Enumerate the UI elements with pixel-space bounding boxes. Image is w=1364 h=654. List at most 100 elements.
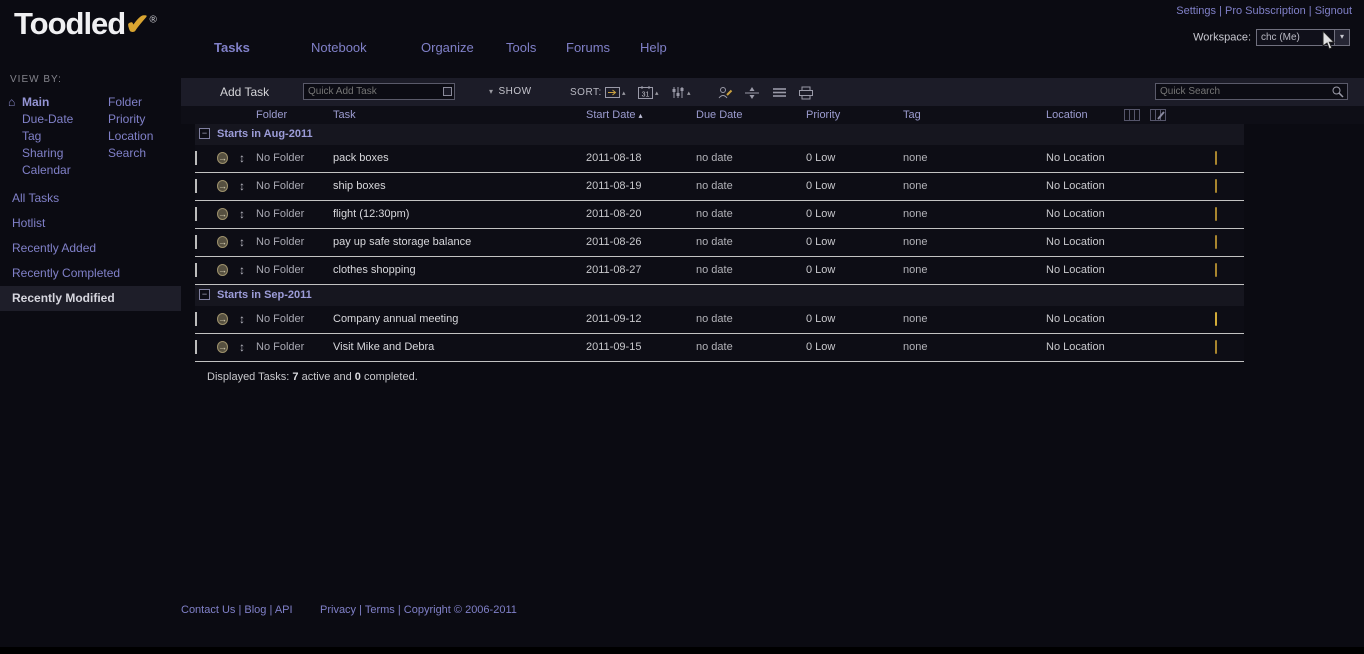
- task-title[interactable]: flight (12:30pm): [333, 201, 586, 228]
- task-folder[interactable]: No Folder: [256, 229, 333, 256]
- terms-link[interactable]: Terms: [365, 604, 395, 616]
- sidebar-item-recently-completed[interactable]: Recently Completed: [0, 261, 181, 286]
- task-priority[interactable]: 0 Low: [806, 306, 903, 333]
- task-due-date[interactable]: no date: [696, 257, 806, 284]
- note-icon[interactable]: [1215, 151, 1217, 165]
- complete-arrow-icon[interactable]: →: [217, 152, 228, 164]
- task-folder[interactable]: No Folder: [256, 201, 333, 228]
- add-task-button[interactable]: Add Task: [220, 85, 269, 99]
- collapse-divider-icon[interactable]: [744, 84, 760, 101]
- task-due-date[interactable]: no date: [696, 201, 806, 228]
- task-title[interactable]: Company annual meeting: [333, 306, 586, 333]
- task-title[interactable]: pay up safe storage balance: [333, 229, 586, 256]
- reorder-handle-icon[interactable]: ↕: [239, 145, 256, 172]
- task-folder[interactable]: No Folder: [256, 173, 333, 200]
- show-dropdown[interactable]: ▾SHOW: [489, 86, 532, 97]
- contact-us-link[interactable]: Contact Us: [181, 604, 235, 616]
- task-priority[interactable]: 0 Low: [806, 145, 903, 172]
- task-title[interactable]: pack boxes: [333, 145, 586, 172]
- task-start-date[interactable]: 2011-09-12: [586, 306, 696, 333]
- task-tag[interactable]: none: [903, 229, 1046, 256]
- list-lines-icon[interactable]: [772, 84, 787, 101]
- note-icon[interactable]: [1215, 340, 1217, 354]
- quick-search-input[interactable]: [1155, 83, 1348, 100]
- header-due-date[interactable]: Due Date: [696, 106, 806, 124]
- task-location[interactable]: No Location: [1046, 306, 1207, 333]
- sidebar-item-sharing[interactable]: Sharing: [22, 145, 73, 162]
- task-start-date[interactable]: 2011-08-26: [586, 229, 696, 256]
- reorder-handle-icon[interactable]: ↕: [239, 306, 256, 333]
- note-icon[interactable]: [1215, 235, 1217, 249]
- quick-add-input[interactable]: [303, 83, 455, 100]
- task-location[interactable]: No Location: [1046, 229, 1207, 256]
- note-icon[interactable]: [1215, 312, 1217, 326]
- sidebar-item-all-tasks[interactable]: All Tasks: [0, 186, 181, 211]
- task-folder[interactable]: No Folder: [256, 257, 333, 284]
- task-location[interactable]: No Location: [1046, 173, 1207, 200]
- sidebar-item-tag[interactable]: Tag: [22, 128, 73, 145]
- tab-organize[interactable]: Organize: [421, 40, 474, 55]
- task-priority[interactable]: 0 Low: [806, 229, 903, 256]
- task-start-date[interactable]: 2011-08-20: [586, 201, 696, 228]
- header-priority[interactable]: Priority: [806, 106, 903, 124]
- task-tag[interactable]: none: [903, 334, 1046, 361]
- task-tag[interactable]: none: [903, 306, 1046, 333]
- task-priority[interactable]: 0 Low: [806, 334, 903, 361]
- task-tag[interactable]: none: [903, 257, 1046, 284]
- task-checkbox[interactable]: [195, 340, 197, 354]
- task-folder[interactable]: No Folder: [256, 306, 333, 333]
- collapse-icon[interactable]: −: [199, 289, 210, 300]
- task-tag[interactable]: none: [903, 173, 1046, 200]
- note-icon[interactable]: [1215, 179, 1217, 193]
- complete-arrow-icon[interactable]: →: [217, 180, 228, 192]
- reorder-handle-icon[interactable]: ↕: [239, 257, 256, 284]
- tab-help[interactable]: Help: [640, 40, 667, 55]
- complete-arrow-icon[interactable]: →: [217, 208, 228, 220]
- task-due-date[interactable]: no date: [696, 229, 806, 256]
- task-priority[interactable]: 0 Low: [806, 173, 903, 200]
- task-checkbox[interactable]: [195, 235, 197, 249]
- search-icon[interactable]: [1332, 86, 1344, 98]
- task-title[interactable]: ship boxes: [333, 173, 586, 200]
- task-folder[interactable]: No Folder: [256, 334, 333, 361]
- sidebar-item-recently-added[interactable]: Recently Added: [0, 236, 181, 261]
- note-icon[interactable]: [1215, 263, 1217, 277]
- task-checkbox[interactable]: [195, 179, 197, 193]
- sidebar-item-recently-modified[interactable]: Recently Modified: [0, 286, 181, 311]
- task-checkbox[interactable]: [195, 151, 197, 165]
- sidebar-item-priority[interactable]: Priority: [108, 111, 153, 128]
- sidebar-item-folder[interactable]: Folder: [108, 94, 153, 111]
- reorder-handle-icon[interactable]: ↕: [239, 229, 256, 256]
- sidebar-item-search[interactable]: Search: [108, 145, 153, 162]
- header-folder[interactable]: Folder: [256, 106, 333, 124]
- task-priority[interactable]: 0 Low: [806, 257, 903, 284]
- tab-forums[interactable]: Forums: [566, 40, 610, 55]
- tab-notebook[interactable]: Notebook: [311, 40, 367, 55]
- api-link[interactable]: API: [275, 604, 293, 616]
- task-due-date[interactable]: no date: [696, 145, 806, 172]
- task-start-date[interactable]: 2011-08-18: [586, 145, 696, 172]
- tab-tasks[interactable]: Tasks: [214, 40, 250, 55]
- sort-calendar-button[interactable]: 31 ▴: [638, 84, 659, 101]
- task-start-date[interactable]: 2011-08-19: [586, 173, 696, 200]
- task-title[interactable]: clothes shopping: [333, 257, 586, 284]
- task-priority[interactable]: 0 Low: [806, 201, 903, 228]
- printer-icon[interactable]: [798, 84, 814, 101]
- task-due-date[interactable]: no date: [696, 306, 806, 333]
- sidebar-item-hotlist[interactable]: Hotlist: [0, 211, 181, 236]
- sort-start-date-button[interactable]: ▴: [605, 84, 626, 101]
- tab-tools[interactable]: Tools: [506, 40, 536, 55]
- reorder-handle-icon[interactable]: ↕: [239, 173, 256, 200]
- complete-arrow-icon[interactable]: →: [217, 264, 228, 276]
- task-start-date[interactable]: 2011-08-27: [586, 257, 696, 284]
- task-start-date[interactable]: 2011-09-15: [586, 334, 696, 361]
- reorder-handle-icon[interactable]: ↕: [239, 201, 256, 228]
- task-checkbox[interactable]: [195, 312, 197, 326]
- task-checkbox[interactable]: [195, 207, 197, 221]
- reorder-handle-icon[interactable]: ↕: [239, 334, 256, 361]
- task-location[interactable]: No Location: [1046, 334, 1207, 361]
- sidebar-item-calendar[interactable]: Calendar: [22, 162, 73, 179]
- sidebar-item-main[interactable]: ⌂Main: [22, 94, 73, 111]
- settings-link[interactable]: Settings: [1176, 5, 1216, 17]
- complete-arrow-icon[interactable]: →: [217, 313, 228, 325]
